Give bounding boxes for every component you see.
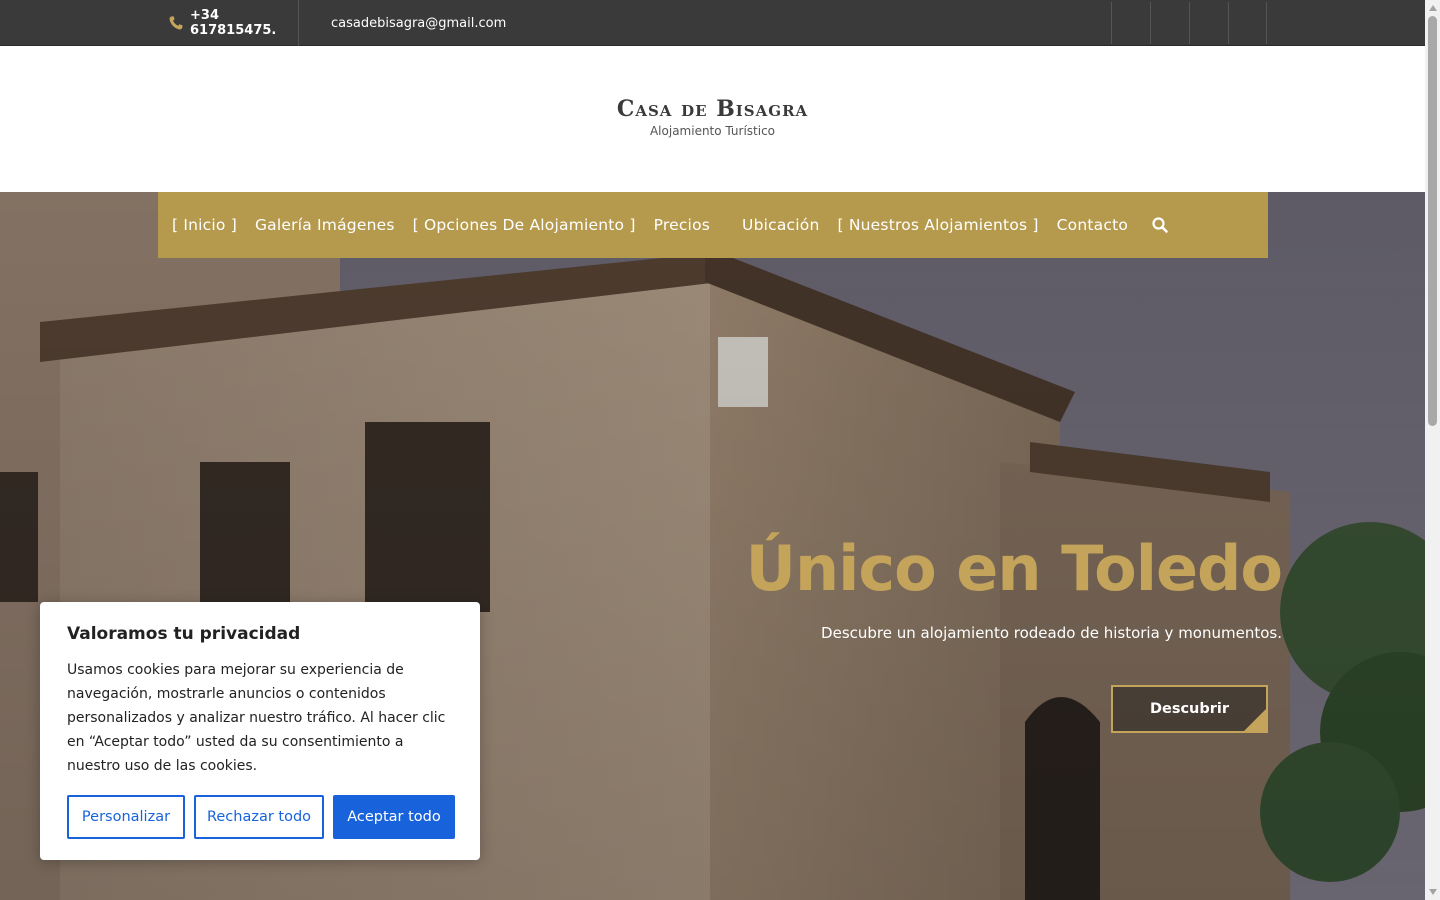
site-tagline: Alojamiento Turístico — [649, 124, 776, 138]
discover-button[interactable]: Descubrir — [1111, 685, 1268, 733]
cookie-title: Valoramos tu privacidad — [67, 624, 301, 644]
email-contact[interactable]: casadebisagra@gmail.com — [331, 0, 506, 46]
site-header: Casa de Bisagra Alojamiento Turístico — [0, 46, 1425, 192]
hero-subtitle: Descubre un alojamiento rodeado de histo… — [821, 624, 1282, 642]
email-address: casadebisagra@gmail.com — [331, 15, 507, 31]
nav-item-alojamientos[interactable]: [ Nuestros Alojamientos ] — [837, 216, 1038, 234]
phone-icon — [168, 15, 184, 31]
brand[interactable]: Casa de Bisagra Alojamiento Turístico — [0, 96, 1425, 138]
social-links — [1111, 2, 1267, 44]
phone-contact[interactable]: +34 617815475. — [168, 0, 299, 46]
accept-all-button[interactable]: Aceptar todo — [333, 795, 455, 839]
scroll-down-arrow-icon[interactable] — [1429, 889, 1437, 895]
search-icon[interactable] — [1151, 216, 1169, 234]
cookie-actions: Personalizar Rechazar todo Aceptar todo — [67, 795, 464, 839]
scroll-up-arrow-icon[interactable] — [1429, 5, 1437, 11]
nav-item-inicio[interactable]: [ Inicio ] — [172, 216, 237, 234]
instagram-icon[interactable] — [1150, 2, 1189, 44]
page-scrollbar[interactable] — [1425, 0, 1440, 900]
corner-accent — [1244, 709, 1266, 731]
site-title[interactable]: Casa de Bisagra — [0, 96, 1425, 122]
nav-item-precios[interactable]: Precios — [654, 216, 710, 234]
facebook-icon[interactable] — [1111, 2, 1150, 44]
nav-item-ubicacion[interactable]: Ubicación — [742, 216, 819, 234]
twitter-icon[interactable] — [1189, 2, 1228, 44]
cookie-consent-banner: Valoramos tu privacidad Usamos cookies p… — [40, 602, 480, 860]
reject-all-button[interactable]: Rechazar todo — [194, 795, 324, 839]
cookie-description: Usamos cookies para mejorar su experienc… — [67, 662, 446, 774]
nav-item-contacto[interactable]: Contacto — [1057, 216, 1128, 234]
hero-title: Único en Toledo — [745, 532, 1283, 605]
nav-item-opciones[interactable]: [ Opciones De Alojamiento ] — [413, 216, 636, 234]
top-bar: +34 617815475. casadebisagra@gmail.com — [0, 0, 1425, 46]
discover-button-label: Descubrir — [1149, 701, 1230, 717]
phone-number: +34 617815475. — [190, 8, 277, 38]
whatsapp-icon[interactable] — [1228, 2, 1267, 44]
nav-item-galeria[interactable]: Galería Imágenes — [255, 216, 395, 234]
main-navigation: [ Inicio ] Galería Imágenes [ Opciones D… — [158, 192, 1268, 258]
scroll-thumb[interactable] — [1428, 16, 1437, 426]
customize-button[interactable]: Personalizar — [67, 795, 185, 839]
